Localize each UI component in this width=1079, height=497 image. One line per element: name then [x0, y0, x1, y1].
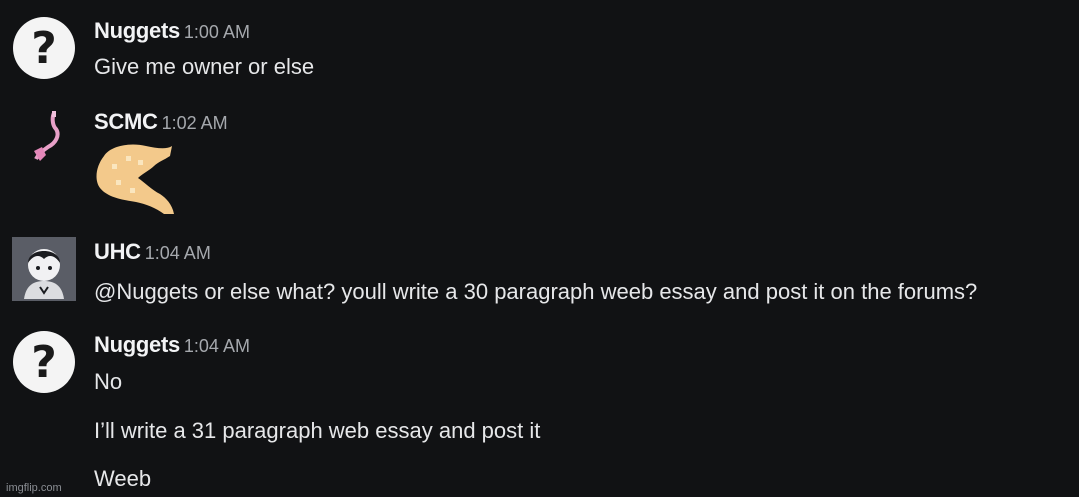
anime-character-avatar-icon [12, 237, 76, 301]
message-header: SCMC 1:02 AM [94, 107, 228, 137]
message-group: ? Nuggets 1:00 AM Give me owner or else [0, 16, 1079, 86]
chat-log: ? Nuggets 1:00 AM Give me owner or else S… [0, 0, 1079, 497]
user-avatar[interactable] [12, 237, 76, 301]
yellow-ghost-emoji-icon[interactable] [94, 142, 176, 223]
user-avatar[interactable] [12, 107, 76, 171]
question-mark-icon: ? [13, 17, 75, 79]
message-group: SCMC 1:02 AM [0, 107, 1079, 219]
timestamp: 1:00 AM [183, 22, 250, 42]
timestamp: 1:02 AM [161, 113, 228, 133]
author-name[interactable]: Nuggets [94, 332, 180, 357]
message-group: UHC 1:04 AM @Nuggets or else what? youll … [0, 237, 1079, 307]
author-name[interactable]: UHC [94, 239, 141, 264]
author-name[interactable]: SCMC [94, 109, 158, 134]
user-avatar[interactable]: ? [12, 16, 76, 80]
svg-text:?: ? [31, 337, 57, 388]
message-header: UHC 1:04 AM [94, 237, 211, 267]
message-group: ? Nuggets 1:04 AM No I’ll write a 31 para… [0, 330, 1079, 495]
user-avatar[interactable]: ? [12, 330, 76, 394]
timestamp: 1:04 AM [183, 336, 250, 356]
pink-hook-icon [12, 107, 76, 171]
message-header: Nuggets 1:04 AM [94, 330, 250, 360]
message-text: I’ll write a 31 paragraph web essay and … [94, 418, 541, 443]
question-mark-icon: ? [13, 331, 75, 393]
svg-text:?: ? [31, 23, 57, 74]
message-header: Nuggets 1:00 AM [94, 16, 250, 46]
watermark-text: imgflip.com [6, 482, 62, 494]
message-text: Weeb [94, 466, 152, 491]
message-text: No [94, 369, 123, 394]
message-text: Give me owner or else [94, 54, 315, 79]
author-name[interactable]: Nuggets [94, 18, 180, 43]
message-text: @Nuggets or else what? youll write a 30 … [94, 279, 978, 304]
timestamp: 1:04 AM [144, 243, 211, 263]
